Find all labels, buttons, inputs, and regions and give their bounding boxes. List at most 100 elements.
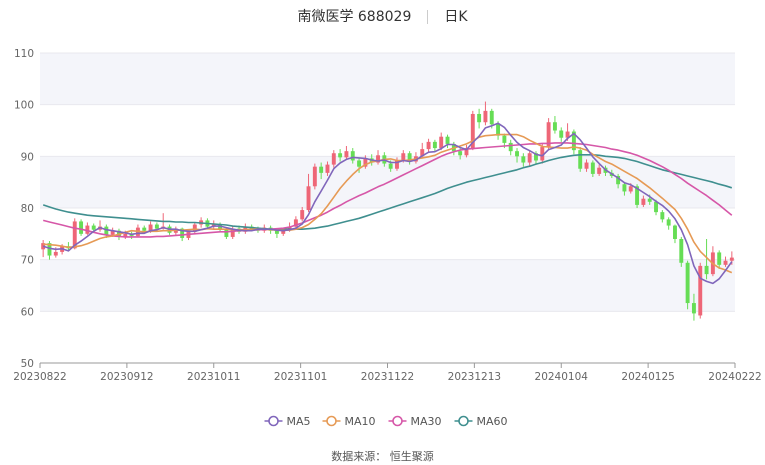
candle-body [508,142,513,152]
legend: MA5 MA10 MA30 MA60 [264,415,508,428]
candle-body [685,262,690,304]
candle-body [319,166,324,173]
legend-marker [268,415,279,427]
candle [129,231,134,239]
candle-body [312,166,317,187]
candle-body [104,226,109,235]
candle-body [521,156,526,163]
y-axis-ticks: 50 60 70 80 90 100 110 [14,48,34,370]
candle [426,138,431,153]
candle [552,116,557,134]
candle-body [426,141,431,150]
legend-marker [392,415,403,427]
candle [432,139,437,152]
chart-container: 南微医学 688029 日K 50 60 70 80 90 100 110 20230822 2… [0,0,765,465]
y-tick-label: 110 [14,48,34,60]
candle [679,236,684,267]
candle-body [584,162,589,169]
x-tick-label: 20231213 [448,371,501,383]
candle-body [647,198,652,202]
x-tick-label: 20230822 [13,371,66,383]
candle-body [477,113,482,123]
data-source: 数据来源： 恒生聚源 [331,450,434,463]
y-tick-label: 90 [21,151,34,163]
candle [673,224,677,244]
x-tick-label: 20230912 [100,371,153,383]
candle-body [274,230,279,234]
candlestick-chart: 50 60 70 80 90 100 110 20230822 20230912 2023101… [13,48,762,428]
candle-body [325,164,330,173]
x-tick-label: 20240125 [621,371,674,383]
legend-item-ma30: MA30 [388,415,442,428]
candle-body [597,167,602,174]
candle-body [527,153,532,163]
legend-item-ma60: MA60 [454,415,508,428]
candle-body [224,229,229,237]
candle-body [641,198,646,205]
legend-label: MA60 [477,415,508,428]
x-tick-label: 20240104 [535,371,589,383]
legend-label: MA30 [411,415,442,428]
candle-body [502,135,507,143]
legend-item-ma10: MA10 [322,415,376,428]
candle-body [53,251,58,256]
candle-body [142,227,147,231]
candle-body [723,260,728,265]
candle-body [691,303,696,314]
candle [660,210,665,223]
candle-body [590,162,595,174]
x-tick-label: 20231101 [274,371,327,383]
candle-body [559,130,564,138]
candle-body [357,160,362,167]
y-tick-label: 80 [21,203,34,215]
band-60 [40,259,735,312]
candle [312,163,317,190]
candle [666,217,671,230]
candle-body [458,151,463,156]
candle-body [331,153,336,165]
candle [192,222,197,234]
candle [578,147,583,172]
candle-body [717,252,722,265]
candle-body [350,151,355,161]
candle [230,225,235,239]
candle-body [628,186,633,192]
candle [685,260,690,310]
candle-body [388,163,393,169]
y-tick-label: 60 [21,306,34,318]
candle-body [91,225,96,230]
legend-label: MA10 [345,415,376,428]
candle [85,222,90,235]
candle-body [552,122,557,131]
y-tick-label: 100 [14,100,34,112]
candle-body [660,212,665,220]
candle-body [401,153,406,161]
candle-body [704,265,709,275]
candle [98,220,102,232]
candle-body [439,136,444,149]
y-tick-label: 70 [21,255,34,267]
y-tick-label: 50 [21,358,34,370]
candle-body [515,151,519,157]
legend-item-ma5: MA5 [264,415,311,428]
candle-body [483,110,488,123]
candle [546,118,551,150]
legend-marker [326,415,337,427]
candle-body [698,265,703,316]
candle-body [432,141,437,149]
candle-body [673,225,677,239]
candle [300,206,305,222]
x-axis-ticks: 20230822 20230912 20231011 20231101 20231122… [13,362,762,383]
x-tick-label: 20231011 [187,371,240,383]
candle-body [338,153,343,158]
x-tick-label: 20240222 [708,371,761,383]
candle [477,108,482,129]
legend-label: MA5 [287,415,311,428]
candle [376,150,380,165]
candle [79,219,84,236]
candle-body [300,210,305,220]
candle [698,262,703,319]
candle-body [679,239,684,263]
candle-body [622,184,627,192]
candle-body [344,151,349,158]
